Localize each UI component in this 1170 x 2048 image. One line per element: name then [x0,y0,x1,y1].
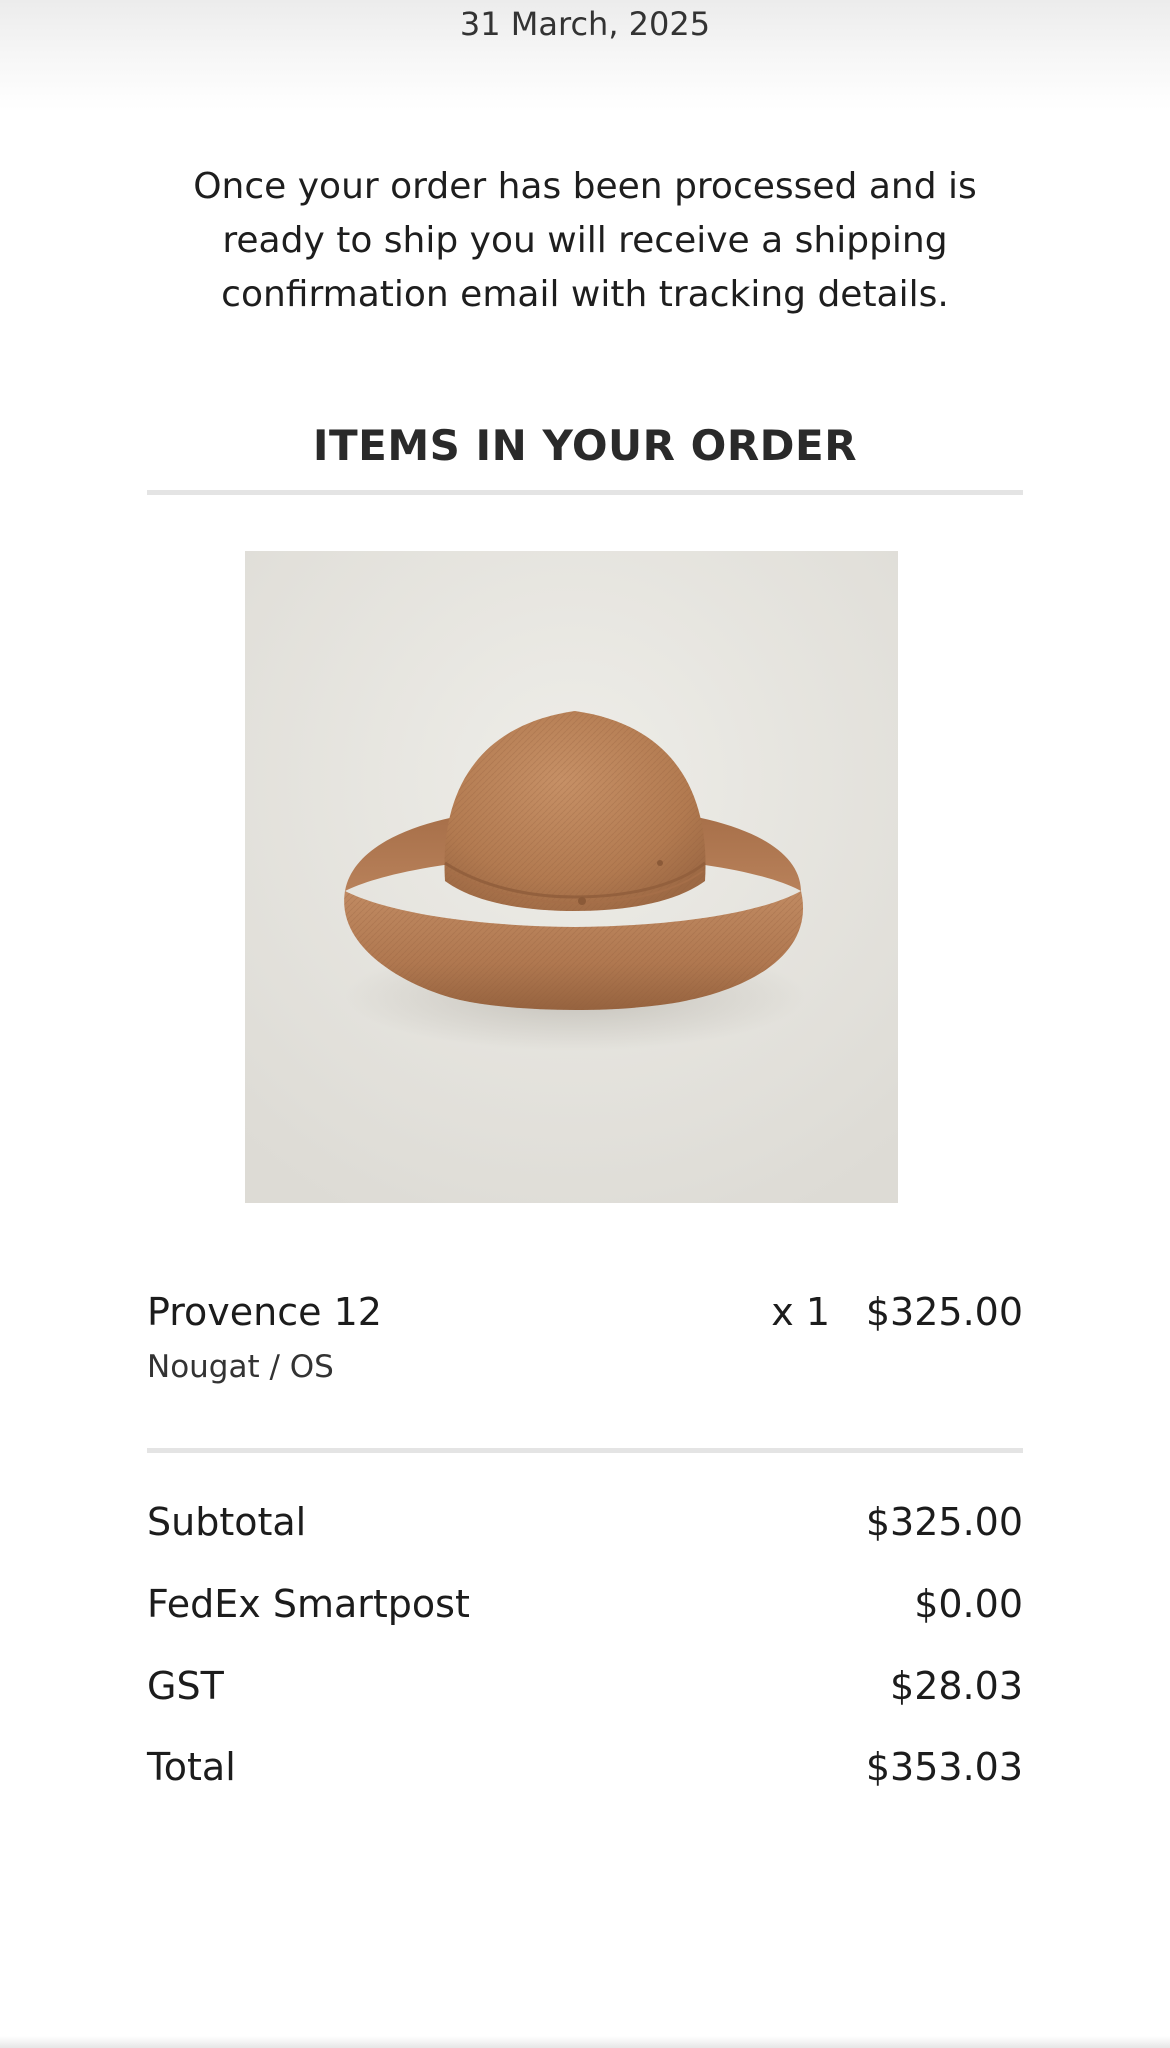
item-price: $325.00 [865,1290,1023,1334]
tax-value: $28.03 [890,1664,1023,1708]
item-name[interactable]: Provence 12 [147,1286,382,1338]
total-value: $353.03 [865,1745,1023,1789]
total-row: Total $353.03 [147,1741,1023,1793]
section-divider [147,490,1023,495]
page-bottom-edge [0,2036,1170,2048]
tax-row: GST $28.03 [147,1660,1023,1712]
subtotal-value: $325.00 [865,1500,1023,1544]
shipping-label: FedEx Smartpost [147,1582,470,1626]
hat-illustration [245,551,898,1203]
shipping-value: $0.00 [914,1582,1023,1626]
summary-divider [147,1448,1023,1453]
product-image[interactable] [245,551,898,1203]
items-section-title: ITEMS IN YOUR ORDER [312,421,858,470]
shipping-row: FedEx Smartpost $0.00 [147,1578,1023,1630]
order-date: 31 March, 2025 [459,5,711,43]
item-quantity: x 1 [771,1290,830,1334]
order-intro-message: Once your order has been processed and i… [193,166,977,315]
item-variant: Nougat / OS [147,1349,334,1385]
subtotal-label: Subtotal [147,1500,307,1544]
subtotal-row: Subtotal $325.00 [147,1496,1023,1548]
tax-label: GST [147,1664,224,1708]
total-label: Total [147,1745,236,1789]
